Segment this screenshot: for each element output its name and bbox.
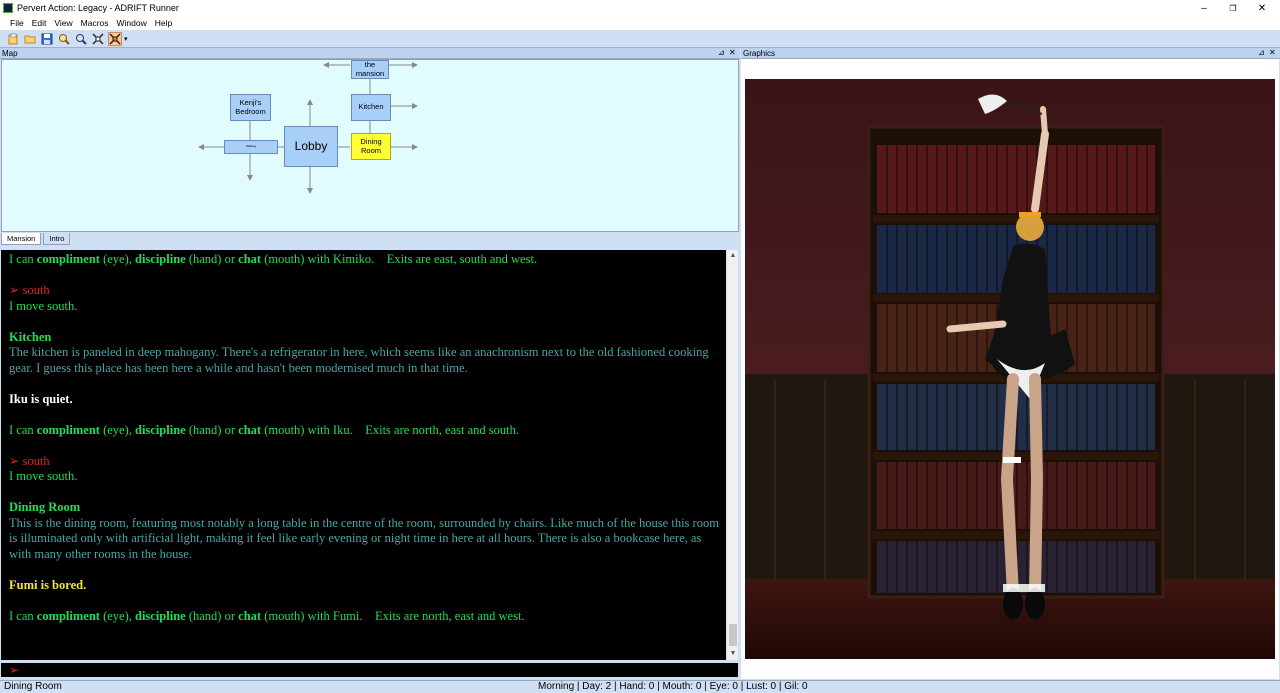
close-button[interactable]: ✕	[1248, 0, 1276, 16]
graphics-panel-header: Graphics ⊿ ✕	[741, 48, 1280, 59]
map-room-hallway[interactable]: Hallway	[224, 140, 278, 154]
scene-image	[745, 79, 1275, 659]
title-bar: Pervert Action: Legacy - ADRIFT Runner –…	[0, 0, 1280, 16]
map-panel-title: Map	[2, 48, 18, 58]
command-echo: ➢ south	[9, 453, 50, 468]
open-folder-icon[interactable]	[23, 32, 37, 46]
menu-bar: File Edit View Macros Window Help	[0, 16, 1280, 30]
room-description: This is the dining room, featuring most …	[9, 515, 723, 561]
game-output: I can compliment (eye), discipline (hand…	[1, 250, 738, 660]
tab-mansion[interactable]: Mansion	[1, 233, 42, 245]
map-room-mansion[interactable]: the mansion	[351, 60, 389, 79]
app-icon	[3, 3, 13, 13]
prompt-icon: ➢	[9, 663, 20, 677]
window-title: Pervert Action: Legacy - ADRIFT Runner	[17, 3, 179, 13]
scroll-thumb[interactable]	[729, 624, 737, 646]
zoom-icon[interactable]	[74, 32, 88, 46]
toolbar-dropdown-icon[interactable]: ▾	[124, 35, 128, 43]
tab-intro[interactable]: Intro	[43, 233, 71, 245]
room-description: The kitchen is paneled in deep mahogany.…	[9, 345, 712, 375]
toolbar: ▾	[0, 30, 1280, 48]
output-line: I can compliment (eye), discipline (hand…	[9, 252, 538, 266]
new-file-icon[interactable]	[6, 32, 20, 46]
output-scrollbar[interactable]: ▲ ▼	[726, 250, 738, 660]
menu-macros[interactable]: Macros	[81, 18, 109, 28]
command-echo: ➢ south	[9, 283, 50, 297]
fit-icon[interactable]	[91, 32, 105, 46]
pin-icon[interactable]: ⊿	[718, 48, 725, 57]
map-room-kenji-bedroom[interactable]: Kenji's Bedroom	[230, 94, 271, 121]
menu-view[interactable]: View	[54, 18, 72, 28]
pin-icon[interactable]: ⊿	[1258, 48, 1265, 57]
output-line: I can compliment (eye), discipline (hand…	[9, 608, 525, 623]
adrift-runner-window: Pervert Action: Legacy - ADRIFT Runner –…	[0, 0, 1280, 693]
npc-status: Fumi is bored.	[9, 577, 87, 592]
graphics-panel-title: Graphics	[743, 48, 776, 58]
output-line: I move south.	[9, 298, 78, 313]
room-title: Dining Room	[9, 500, 81, 514]
scroll-up-icon[interactable]: ▲	[727, 250, 739, 262]
status-bar: Dining Room Morning | Day: 2 | Hand: 0 |…	[0, 680, 1280, 693]
menu-edit[interactable]: Edit	[32, 18, 47, 28]
status-location: Dining Room	[4, 681, 62, 692]
command-input[interactable]: ➢	[1, 661, 738, 677]
minimize-button[interactable]: –	[1190, 0, 1218, 16]
output-line: I can compliment (eye), discipline (hand…	[9, 422, 520, 437]
map-canvas[interactable]: the mansion Kenji's Bedroom Kitchen Hall…	[1, 59, 739, 232]
map-room-kitchen[interactable]: Kitchen	[351, 94, 391, 121]
output-line: I move south.	[9, 469, 78, 483]
npc-status: Iku is quiet.	[9, 391, 73, 406]
graphics-panel	[741, 59, 1279, 679]
map-room-lobby[interactable]: Lobby	[284, 126, 338, 167]
room-title: Kitchen	[9, 329, 52, 344]
map-room-dining-room[interactable]: Dining Room	[351, 133, 391, 160]
search-icon[interactable]	[57, 32, 71, 46]
scroll-down-icon[interactable]: ▼	[727, 648, 739, 660]
map-tabs: Mansion Intro	[1, 233, 739, 245]
status-stats: Morning | Day: 2 | Hand: 0 | Mouth: 0 | …	[538, 681, 808, 692]
map-panel-header: Map ⊿ ✕	[0, 48, 740, 59]
graphics-close-icon[interactable]: ✕	[1269, 48, 1276, 57]
maximize-button[interactable]: ❐	[1219, 0, 1247, 16]
menu-help[interactable]: Help	[155, 18, 172, 28]
menu-window[interactable]: Window	[117, 18, 147, 28]
menu-file[interactable]: File	[10, 18, 24, 28]
map-icon[interactable]	[108, 31, 122, 46]
save-icon[interactable]	[40, 32, 54, 46]
map-close-icon[interactable]: ✕	[729, 48, 736, 57]
